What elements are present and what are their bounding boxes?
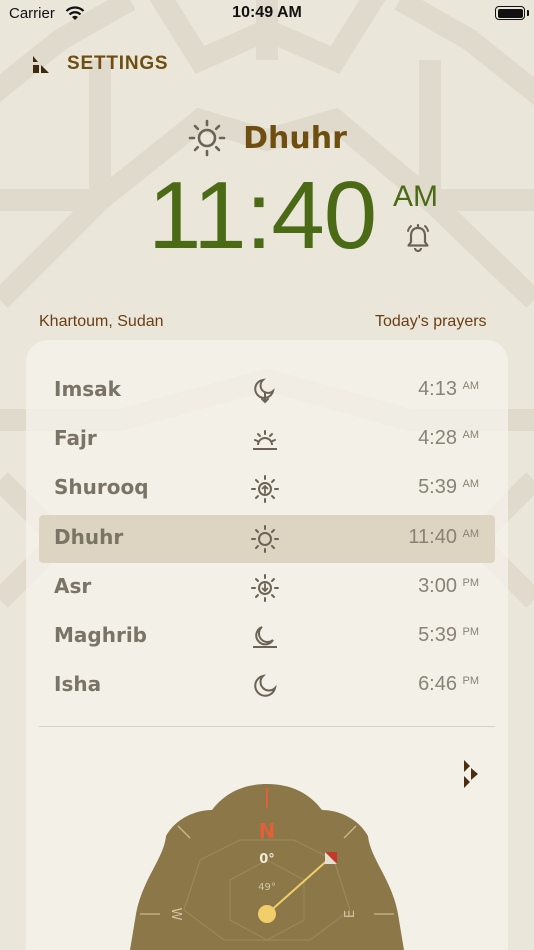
prayer-name: Maghrib [54,623,147,647]
prayer-name: Asr [54,574,92,598]
prayer-time: 11:40 [408,526,457,548]
needle-pivot [258,905,276,923]
prayer-name: Imsak [54,377,121,401]
moon-down-icon [254,378,275,404]
todays-prayers-label: Today's prayers [375,313,487,330]
prayer-period: PM [462,626,480,638]
prayer-period: AM [462,380,480,392]
sun-up-icon [251,475,279,503]
prayer-row-maghrib[interactable]: Maghrib 5:39 PM [39,613,495,661]
compass-face [130,784,404,950]
prayer-row-shurooq[interactable]: Shurooq 5:39 AM [39,465,495,513]
prayer-period: AM [462,429,480,441]
kaaba-marker [325,852,337,864]
prayer-name: Shurooq [54,475,149,499]
status-bar: Carrier 10:49 AM [0,0,534,30]
current-prayer: Dhuhr [0,116,534,160]
prayer-row-imsak[interactable]: Imsak 4:13 AM [39,367,495,415]
next-arrows-icon[interactable] [461,758,481,790]
prayer-period: AM [462,478,480,490]
compass-north-label: N [259,819,276,843]
current-prayer-name: Dhuhr [243,120,347,156]
compass-heading: 0° [259,852,275,867]
compass-west-label: W [168,908,183,921]
prayer-time: 6:46 [418,673,457,695]
prayer-period: AM [462,528,480,540]
prayer-time: 5:39 [418,624,457,646]
current-prayer-period: AM [393,180,438,213]
prayer-name: Fajr [54,426,97,450]
sunset-moon-icon [253,626,277,648]
prayer-time: 4:28 [418,427,457,449]
status-time: 10:49 AM [232,4,302,21]
prayer-row-asr[interactable]: Asr 3:00 PM [39,564,495,612]
location-label: Khartoum, Sudan [39,313,164,330]
sun-icon [251,525,279,553]
prayer-period: PM [462,577,480,589]
prayer-time: 3:00 [418,575,457,597]
qibla-compass: N 0° 49° W E [130,784,404,950]
prayer-time: 5:39 [418,476,457,498]
prayer-name: Isha [54,672,102,696]
current-prayer-time: 11:40 [148,162,377,269]
alarm-bell-icon[interactable] [402,222,434,254]
settings-icon [33,56,49,73]
moon-icon [254,674,277,697]
prayer-time: 4:13 [418,378,457,400]
prayer-row-fajr[interactable]: Fajr 4:28 AM [39,416,495,464]
sunrise-icon [253,430,277,450]
prayer-row-isha[interactable]: Isha 6:46 PM [39,662,495,710]
battery-icon [495,6,525,20]
battery-tip [527,10,529,16]
card-divider [39,726,495,727]
prayer-period: PM [462,675,480,687]
compass-east-label: E [343,910,358,918]
prayer-name: Dhuhr [54,525,124,549]
sun-down-icon [251,574,279,602]
qibla-angle: 49° [258,882,276,893]
prayer-row-dhuhr[interactable]: Dhuhr 11:40 AM [39,515,495,563]
sun-icon [188,119,226,157]
settings-button[interactable]: SETTINGS [30,50,168,78]
settings-label: SETTINGS [67,53,169,74]
